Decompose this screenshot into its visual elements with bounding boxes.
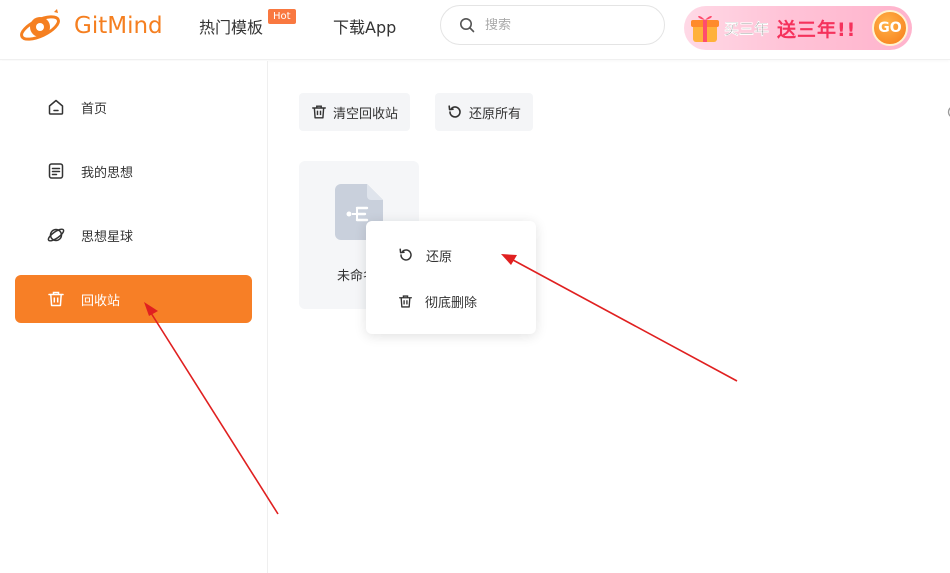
document-icon [46, 161, 66, 181]
context-menu-delete-label: 彻底删除 [425, 295, 478, 311]
nav-templates[interactable]: 热门模板 [199, 14, 263, 38]
brand-name: GitMind [74, 13, 163, 39]
home-icon [46, 97, 66, 117]
sidebar-item-label: 回收站 [81, 293, 121, 309]
restore-all-button[interactable]: 还原所有 [435, 93, 534, 131]
promo-banner[interactable]: 买三年 送三年!! GO [684, 6, 912, 50]
sidebar-item-label: 思想星球 [81, 229, 134, 245]
context-menu-restore-label: 还原 [426, 249, 453, 265]
empty-recycle-bin-label: 清空回收站 [333, 106, 399, 122]
promo-go-button[interactable]: GO [872, 10, 908, 46]
sidebar-item-label: 首页 [81, 101, 108, 117]
sidebar-item-recycle-bin[interactable]: 回收站 [15, 275, 252, 323]
hot-badge: Hot [268, 9, 296, 24]
context-menu-delete-permanently[interactable]: 彻底删除 [366, 283, 536, 319]
planet-icon [46, 225, 66, 245]
trash-icon [46, 289, 66, 309]
search-icon [460, 18, 475, 33]
promo-text-gift: 送三年!! [777, 19, 857, 41]
gitmind-logo-icon [20, 9, 60, 41]
restore-icon [448, 105, 461, 118]
main-content: 清空回收站 还原所有 未命名 还原 彻底删除 [269, 61, 950, 573]
restore-icon [399, 248, 412, 261]
trash-icon [399, 294, 412, 308]
trash-icon [312, 105, 326, 119]
sidebar-item-label: 我的思想 [81, 165, 134, 181]
sidebar-item-my-thoughts[interactable]: 我的思想 [15, 147, 252, 195]
context-menu: 还原 彻底删除 [366, 221, 536, 334]
sidebar: 首页 我的思想 思想星球 回收站 [0, 61, 268, 573]
gift-icon [691, 15, 719, 42]
restore-all-label: 还原所有 [469, 106, 522, 122]
context-menu-restore[interactable]: 还原 [366, 237, 536, 273]
gitmind-logo[interactable]: GitMind [18, 6, 163, 46]
info-icon[interactable] [945, 105, 950, 119]
top-header: GitMind 热门模板 Hot 下载App 买三年 送三年!! GO [0, 0, 950, 60]
search-box[interactable] [440, 5, 665, 45]
empty-recycle-bin-button[interactable]: 清空回收站 [299, 93, 411, 131]
nav-download-app[interactable]: 下载App [333, 14, 396, 38]
sidebar-item-thought-planet[interactable]: 思想星球 [15, 211, 252, 259]
promo-text-buy: 买三年 [724, 20, 770, 38]
search-input[interactable] [485, 17, 635, 33]
sidebar-item-home[interactable]: 首页 [15, 83, 252, 131]
